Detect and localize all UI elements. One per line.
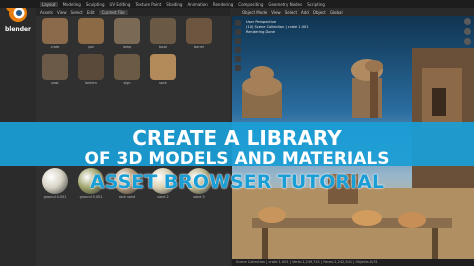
asset-label: bowl	[159, 45, 167, 49]
status-bar: Scene Collection | crate 1.001 | Verts:1…	[232, 259, 474, 266]
hut-left	[242, 66, 282, 118]
lamp-icon	[114, 18, 140, 44]
asset-label: lamp	[122, 45, 132, 49]
asset-menu-edit[interactable]: Edit	[87, 10, 95, 15]
banner-line-2: OF 3D MODELS AND MATERIALS	[84, 149, 390, 169]
asset-label: crate	[50, 45, 60, 49]
workspace-tab-sculpting[interactable]: Sculpting	[86, 2, 105, 7]
asset-menu-select[interactable]: Select	[71, 10, 83, 15]
sack-icon	[150, 54, 176, 80]
workspace-tab-animation[interactable]: Animation	[187, 2, 207, 7]
library-selector[interactable]: Current File	[98, 9, 128, 15]
workspace-tab-geometry-nodes[interactable]: Geometry Nodes	[268, 2, 302, 7]
title-banner: CREATE A LIBRARY OF 3D MODELS AND MATERI…	[0, 122, 474, 200]
asset-item[interactable]: pot	[78, 18, 104, 49]
asset-browser-header: Assets View Select Edit Current File	[36, 8, 230, 16]
lantern-icon	[78, 54, 104, 80]
post-icon	[42, 54, 68, 80]
workspace-tab-modeling[interactable]: Modeling	[63, 2, 81, 7]
asset-item[interactable]: lantern	[78, 54, 104, 85]
workspace-tab-uv-editing[interactable]: UV Editing	[110, 2, 131, 7]
asset-item[interactable]: crate	[42, 18, 68, 49]
workspace-tab-shading[interactable]: Shading	[166, 2, 182, 7]
pot-icon	[78, 18, 104, 44]
workspace-tab-compositing[interactable]: Compositing	[238, 2, 263, 7]
asset-item[interactable]: barrel	[186, 18, 212, 49]
asset-item[interactable]: sack	[150, 54, 176, 85]
workspace-tab-layout[interactable]: Layout	[40, 1, 58, 7]
blender-wordmark: blender	[5, 26, 32, 33]
banner-line-3: ASSET BROWSER TUTORIAL	[90, 171, 384, 193]
workspace-tab-scripting[interactable]: Scripting	[307, 2, 325, 7]
workspace-tab-rendering[interactable]: Rendering	[213, 2, 233, 7]
asset-item[interactable]: bowl	[150, 18, 176, 49]
asset-item[interactable]: post	[42, 54, 68, 85]
asset-label: sign	[123, 81, 131, 85]
bowl-icon	[150, 18, 176, 44]
asset-label: post	[51, 81, 59, 85]
asset-label: lantern	[84, 81, 98, 85]
sack	[352, 210, 382, 226]
sack	[258, 207, 286, 223]
asset-menu-assets[interactable]: Assets	[40, 10, 53, 15]
asset-menu-view[interactable]: View	[57, 10, 67, 15]
asset-label: sack	[159, 81, 167, 85]
workspace-tabs: Layout Modeling Sculpting UV Editing Texture…	[0, 0, 474, 8]
sign-icon	[114, 54, 140, 80]
asset-item[interactable]: lamp	[114, 18, 140, 49]
crate-icon	[42, 18, 68, 44]
banner-line-1: CREATE A LIBRARY	[132, 126, 342, 150]
sack	[398, 212, 426, 228]
asset-label: barrel	[194, 45, 204, 49]
workspace-tab-texture-paint[interactable]: Texture Paint	[135, 2, 161, 7]
asset-label: pot	[88, 45, 94, 49]
barrel-icon	[186, 18, 212, 44]
asset-item[interactable]: sign	[114, 54, 140, 85]
